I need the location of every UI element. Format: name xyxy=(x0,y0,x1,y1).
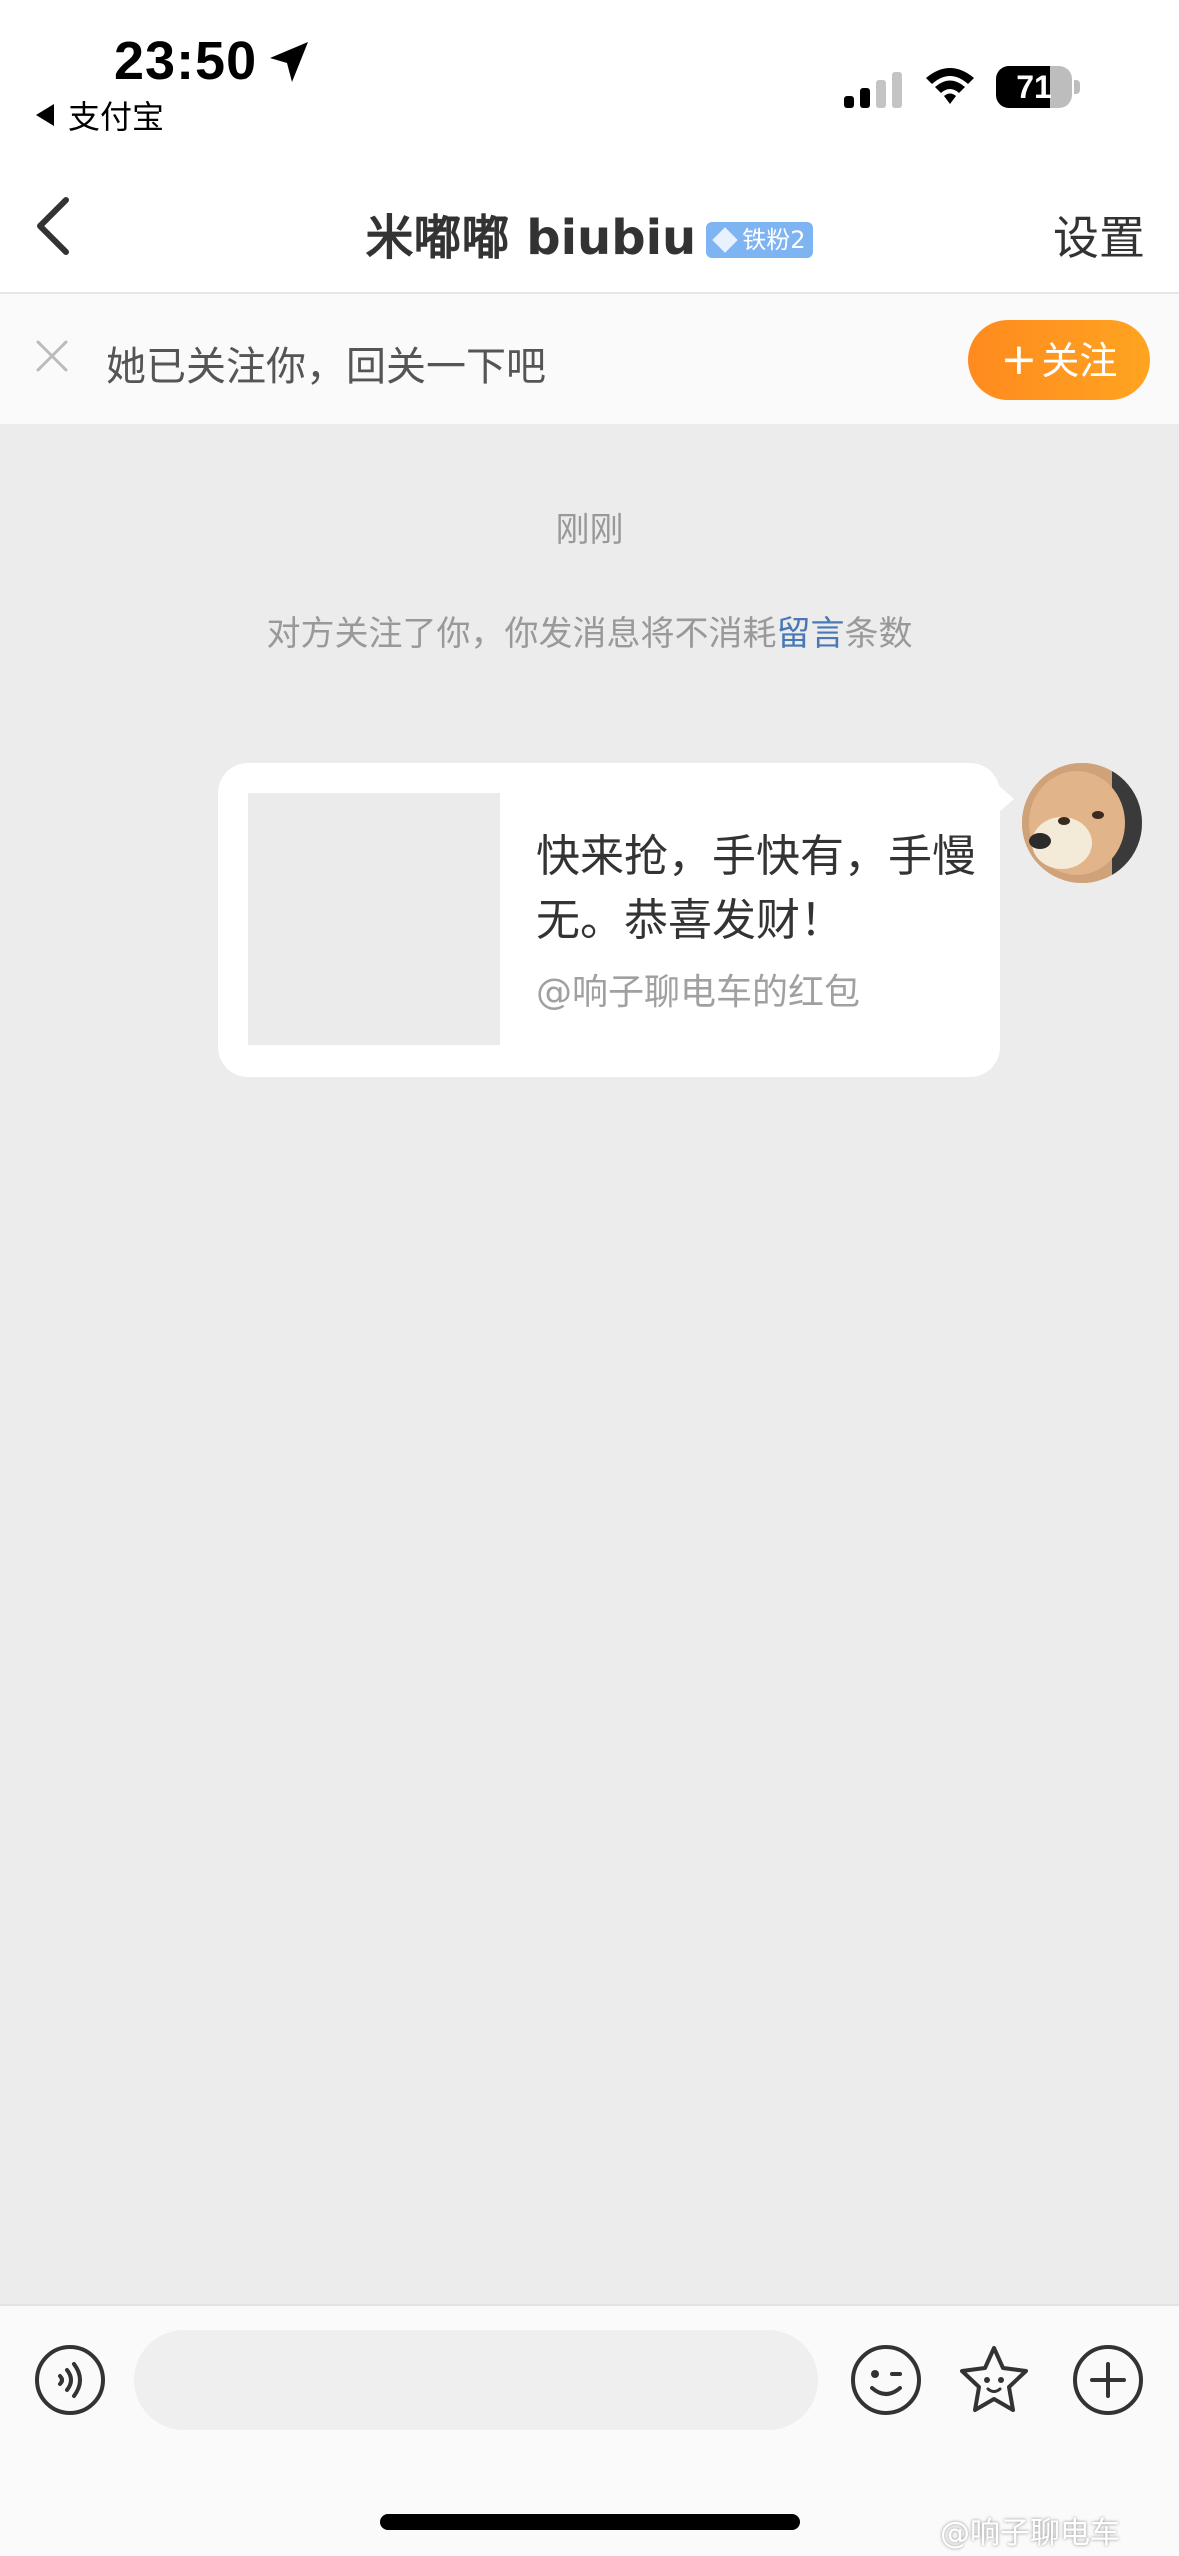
red-packet-message-bubble[interactable]: 快来抢，手快有，手慢无。恭喜发财！ @响子聊电车的红包 xyxy=(218,763,1014,1077)
diamond-icon xyxy=(712,227,738,253)
status-bar: 23:50 支付宝 71 xyxy=(0,0,1179,150)
follow-back-text: 她已关注你，回关一下吧 xyxy=(106,344,546,390)
notice-prefix: 对方关注了你，你发消息将不消耗 xyxy=(266,614,777,654)
status-time: 23:50 xyxy=(114,31,258,91)
battery-body: 71 xyxy=(996,66,1072,108)
plus-icon: + xyxy=(1000,334,1038,385)
back-app-label: 支付宝 xyxy=(68,98,165,136)
battery-cap xyxy=(1074,80,1080,94)
battery-indicator: 71 xyxy=(996,66,1080,108)
follow-back-banner: 她已关注你，回关一下吧 + 关注 xyxy=(0,294,1179,424)
message-text: 快来抢，手快有，手慢无。恭喜发财！ xyxy=(536,831,976,946)
avatar[interactable] xyxy=(1022,763,1142,883)
back-to-app-link[interactable]: 支付宝 xyxy=(36,92,164,138)
wifi-icon xyxy=(926,68,974,104)
watermark: @响子聊电车 xyxy=(940,2516,1120,2551)
cellular-signal-icon xyxy=(844,72,902,108)
plus-more-icon[interactable] xyxy=(1072,2344,1144,2416)
message-timestamp: 刚刚 xyxy=(555,510,624,550)
battery-percent: 71 xyxy=(1016,69,1052,105)
voice-icon[interactable] xyxy=(34,2344,106,2416)
chat-title: 米嘟嘟 biubiu 铁粉2 xyxy=(0,198,1179,268)
emoji-icon[interactable] xyxy=(850,2344,922,2416)
notice-suffix: 条数 xyxy=(844,614,913,654)
message-input[interactable] xyxy=(134,2330,818,2430)
message-source: @响子聊电车的红包 xyxy=(536,972,861,1013)
sticker-icon[interactable] xyxy=(958,2344,1030,2416)
fan-level-badge: 铁粉2 xyxy=(706,222,814,258)
system-notice: 对方关注了你，你发消息将不消耗留言条数 xyxy=(0,606,1179,655)
notice-link[interactable]: 留言 xyxy=(777,614,845,654)
close-icon[interactable] xyxy=(34,338,70,374)
follow-button-label: 关注 xyxy=(1041,339,1118,383)
chat-header: 米嘟嘟 biubiu 铁粉2 设置 xyxy=(0,150,1179,294)
follow-button[interactable]: + 关注 xyxy=(968,320,1150,400)
fan-level-label: 铁粉2 xyxy=(742,226,806,254)
dog-avatar-image xyxy=(1022,763,1142,883)
back-triangle-icon xyxy=(36,104,54,126)
red-packet-image xyxy=(248,793,500,1045)
settings-button[interactable]: 设置 xyxy=(1053,202,1145,268)
location-arrow-icon xyxy=(270,42,308,82)
home-indicator[interactable] xyxy=(380,2514,800,2530)
contact-name: 米嘟嘟 biubiu xyxy=(365,210,697,266)
